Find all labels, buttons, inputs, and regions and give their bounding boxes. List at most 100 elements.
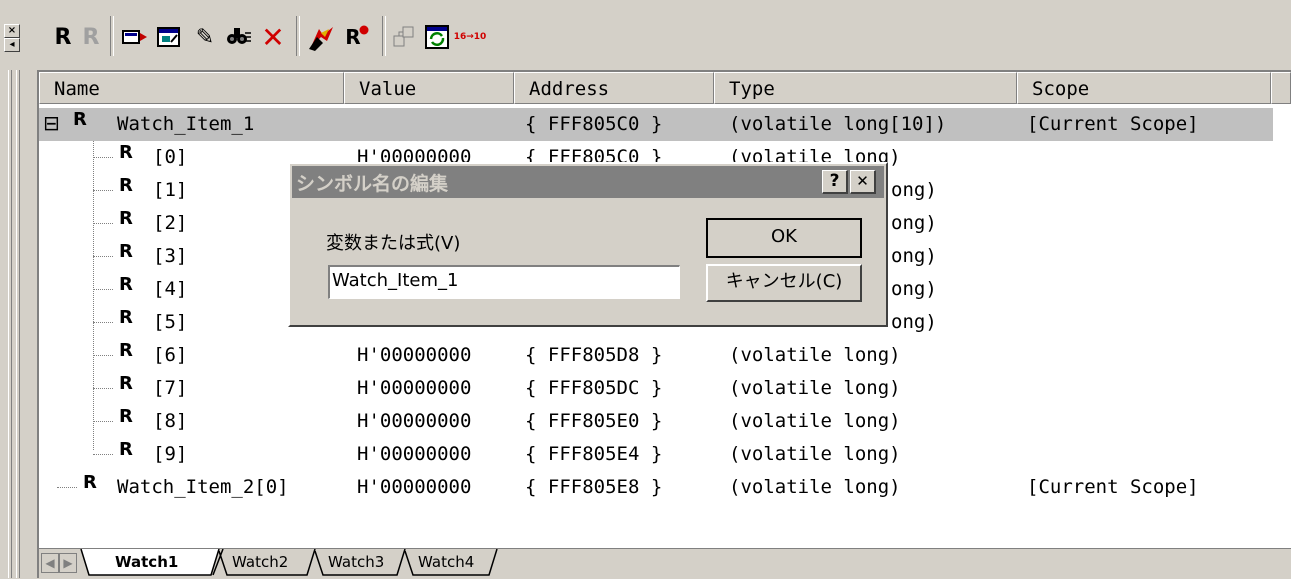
tab-watch3[interactable]: Watch3 [328, 549, 384, 576]
table-row[interactable]: R [6] H'00000000 { FFF805D8 } (volatile … [39, 339, 1289, 372]
field-label: 変数または式(V) [326, 233, 461, 254]
watch-item-icon: R [119, 274, 133, 295]
ok-button[interactable]: OK [706, 218, 862, 258]
tab-scroll-left-icon[interactable]: ◀ [41, 553, 59, 573]
tree-branch [93, 454, 113, 455]
watch-item-icon: R [119, 208, 133, 229]
row-name: [8] [153, 410, 188, 432]
tree-branch [93, 190, 113, 191]
add-watch-icon[interactable] [120, 18, 150, 56]
radix-icon[interactable]: 16→10 [454, 18, 487, 56]
row-type: (volatile long) [729, 443, 901, 465]
watch-item-icon: R [119, 340, 133, 361]
row-type: (volatile long) [729, 344, 901, 366]
row-type: ong) [891, 311, 937, 333]
tab-bar: ◀ ▶ Watch1 Watch2 Watch3 Watch4 [39, 548, 1291, 579]
column-header-scope[interactable]: Scope [1017, 72, 1271, 104]
help-icon[interactable]: ? [822, 170, 848, 194]
cancel-button[interactable]: キャンセル(C) [706, 264, 862, 302]
row-address: { FFF805DC } [525, 377, 663, 399]
close-pane-icon[interactable]: × [4, 24, 20, 38]
grip-line [8, 70, 12, 578]
watch-item-icon: R [119, 142, 133, 163]
row-address: { FFF805E0 } [525, 410, 663, 432]
watch-item-icon: R [119, 307, 133, 328]
column-header-value[interactable]: Value [344, 72, 514, 104]
delete-icon[interactable]: ✕ [258, 18, 288, 56]
tree-branch [93, 157, 113, 158]
row-type: ong) [891, 278, 937, 300]
row-name: Watch_Item_1 [117, 113, 255, 135]
tab-scroll-right-icon[interactable]: ▶ [59, 553, 77, 573]
r-icon[interactable]: R [50, 18, 76, 56]
tab-watch1[interactable]: Watch1 [115, 549, 178, 576]
dialog-title: シンボル名の編集 [296, 173, 449, 195]
collapse-pane-icon[interactable]: ◂ [4, 38, 20, 52]
row-type: (volatile long) [729, 377, 901, 399]
dialog-title-bar[interactable]: シンボル名の編集 ? ✕ [292, 166, 884, 198]
edit-symbol-dialog: シンボル名の編集 ? ✕ 変数または式(V) Watch_Item_1 OK キ… [288, 162, 888, 327]
grip-line [16, 70, 20, 578]
row-type: (volatile long) [729, 476, 901, 498]
column-header: Name Value Address Type Scope [39, 72, 1291, 106]
row-name: [6] [153, 344, 188, 366]
row-value: H'00000000 [357, 344, 472, 366]
tab-watch4[interactable]: Watch4 [418, 549, 474, 576]
table-row[interactable]: R [7] H'00000000 { FFF805DC } (volatile … [39, 372, 1289, 405]
tree-branch [93, 421, 113, 422]
row-name: [5] [153, 311, 188, 333]
tree-branch [57, 487, 77, 488]
toolbar-separator [110, 16, 114, 56]
row-name: [4] [153, 278, 188, 300]
column-header-address[interactable]: Address [514, 72, 714, 104]
close-icon[interactable]: ✕ [850, 170, 876, 194]
tab-watch2[interactable]: Watch2 [232, 549, 288, 576]
watch-item-icon: R [119, 406, 133, 427]
row-address: { FFF805C0 } [525, 113, 663, 135]
copy-icon[interactable] [392, 18, 418, 56]
table-row[interactable]: R [8] H'00000000 { FFF805E0 } (volatile … [39, 405, 1289, 438]
row-address: { FFF805E4 } [525, 443, 663, 465]
row-name: Watch_Item_2[0] [117, 476, 289, 498]
symbol-name-input[interactable]: Watch_Item_1 [328, 265, 680, 299]
row-name: [1] [153, 179, 188, 201]
row-address: { FFF805E8 } [525, 476, 663, 498]
row-value: H'00000000 [357, 443, 472, 465]
row-name: [9] [153, 443, 188, 465]
row-type: (volatile long[10]) [729, 113, 947, 135]
tree-branch [93, 256, 113, 257]
toolbar-separator [382, 16, 386, 56]
toolbar-separator [296, 16, 300, 56]
row-type: ong) [891, 245, 937, 267]
row-type: (volatile long) [729, 410, 901, 432]
tree-branch [93, 223, 113, 224]
record-icon[interactable]: R [342, 18, 372, 56]
r-disabled-icon[interactable]: R [78, 18, 104, 56]
watch-item-icon: R [119, 175, 133, 196]
row-name: [2] [153, 212, 188, 234]
find-icon[interactable] [224, 18, 254, 56]
tree-branch [93, 388, 113, 389]
window-icon[interactable] [154, 18, 184, 56]
row-address: { FFF805D8 } [525, 344, 663, 366]
row-name: [0] [153, 146, 188, 168]
table-row[interactable]: R Watch_Item_2[0] H'00000000 { FFF805E8 … [39, 471, 1289, 504]
column-header-name[interactable]: Name [39, 72, 344, 104]
row-scope: [Current Scope] [1027, 113, 1199, 135]
refresh-watch-icon[interactable] [306, 18, 338, 56]
column-header-type[interactable]: Type [714, 72, 1017, 104]
window-grip: × ◂ [0, 0, 36, 578]
row-value: H'00000000 [357, 476, 472, 498]
table-row[interactable]: ⊟ R Watch_Item_1 { FFF805C0 } (volatile … [39, 108, 1273, 141]
tree-expander-icon[interactable]: ⊟ [43, 111, 60, 135]
row-name: [7] [153, 377, 188, 399]
row-value: H'00000000 [357, 377, 472, 399]
watch-item-icon: R [119, 439, 133, 460]
auto-update-icon[interactable] [424, 18, 450, 56]
tree-branch [93, 289, 113, 290]
row-scope: [Current Scope] [1027, 476, 1199, 498]
watch-item-icon: R [119, 373, 133, 394]
edit-pencil-icon[interactable]: ✎ [192, 18, 218, 56]
row-value: H'00000000 [357, 410, 472, 432]
table-row[interactable]: R [9] H'00000000 { FFF805E4 } (volatile … [39, 438, 1289, 471]
